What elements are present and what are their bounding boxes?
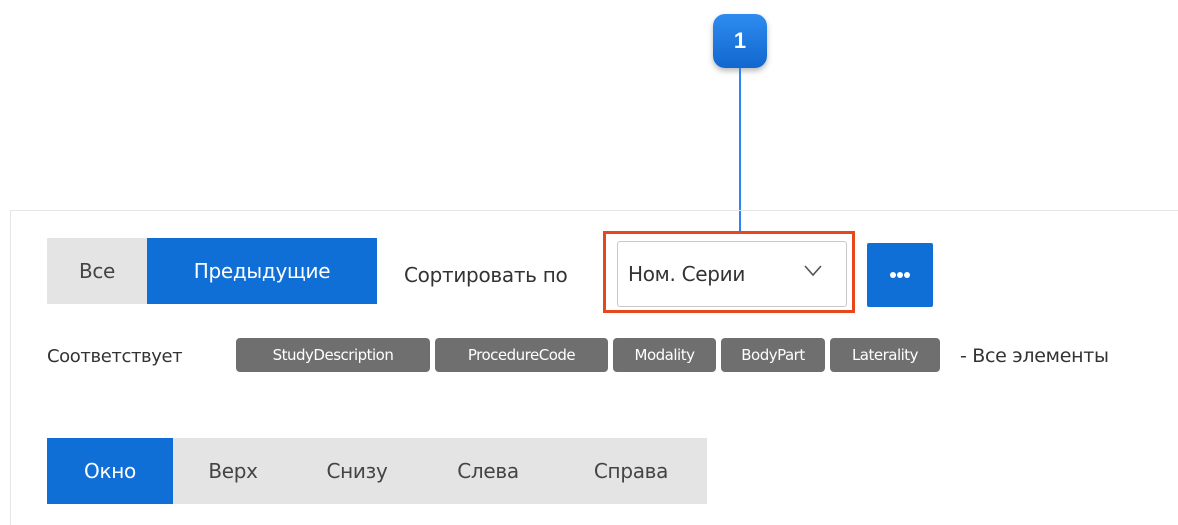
sort-label: Сортировать по — [404, 263, 568, 287]
tag-body-part[interactable]: BodyPart — [721, 338, 825, 372]
tab-top[interactable]: Верх — [173, 438, 293, 504]
tag-study-description[interactable]: StudyDescription — [236, 338, 430, 372]
tab-left[interactable]: Слева — [421, 438, 555, 504]
ellipsis-icon — [890, 272, 910, 278]
tab-window[interactable]: Окно — [47, 438, 173, 504]
tag-laterality[interactable]: Laterality — [830, 338, 940, 372]
all-button[interactable]: Все — [47, 238, 147, 304]
tag-procedure-code[interactable]: ProcedureCode — [435, 338, 608, 372]
previous-button[interactable]: Предыдущие — [147, 238, 377, 304]
more-options-button[interactable] — [867, 243, 933, 307]
match-label: Соответствует — [47, 345, 183, 367]
tag-modality[interactable]: Modality — [613, 338, 716, 372]
tab-bottom[interactable]: Снизу — [293, 438, 421, 504]
callout-line — [739, 68, 741, 232]
highlight-box — [603, 231, 855, 313]
all-elements-label: - Все элементы — [960, 345, 1109, 367]
tab-right[interactable]: Справа — [555, 438, 707, 504]
callout-badge: 1 — [713, 14, 767, 68]
